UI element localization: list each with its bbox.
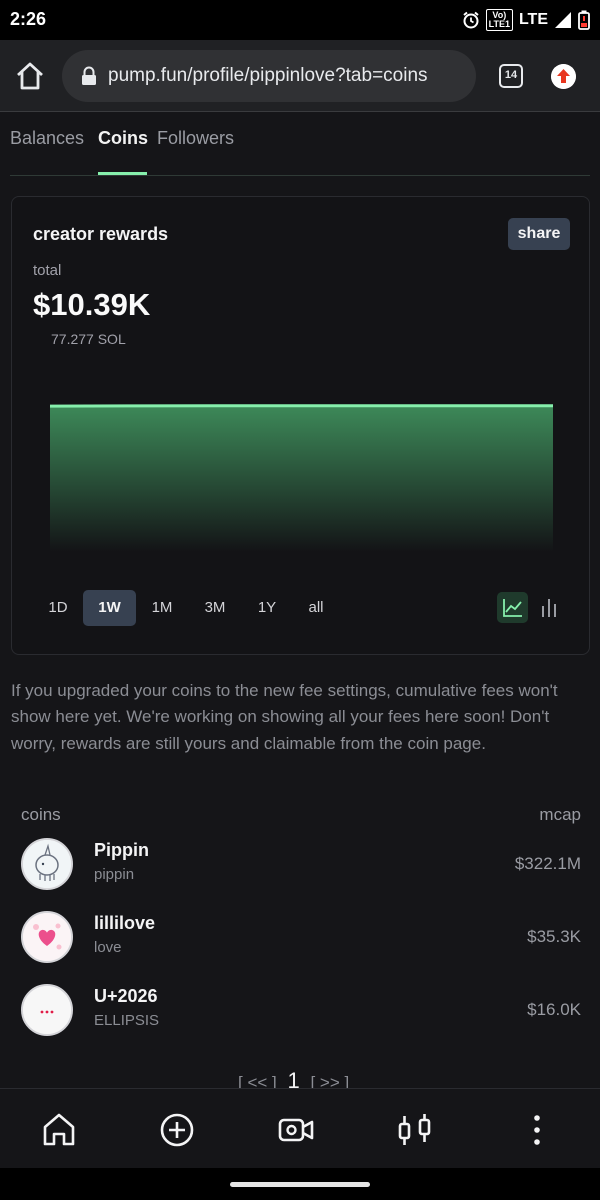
status-icons: Vo) LTE1 LTE	[462, 9, 590, 31]
ellipsis-icon	[23, 986, 71, 1034]
creator-rewards-card: creator rewards share total $10.39K 77.2…	[11, 196, 590, 655]
range-all-button[interactable]: all	[297, 590, 335, 626]
coin-ticker: ELLIPSIS	[94, 1012, 160, 1029]
share-button[interactable]: share	[508, 218, 570, 250]
clock: 2:26	[10, 9, 47, 29]
heart-icon	[23, 913, 71, 961]
lock-icon	[82, 66, 96, 85]
coin-mcap: $35.3K	[527, 927, 581, 946]
battery-icon	[578, 10, 590, 30]
active-tab-indicator	[98, 172, 147, 175]
range-3m-button[interactable]: 3M	[194, 590, 236, 626]
alarm-icon	[462, 11, 479, 29]
coin-mcap: $16.0K	[527, 1000, 581, 1019]
range-1m-button[interactable]: 1M	[142, 590, 182, 626]
browser-toolbar: pump.fun/profile/pippinlove?tab=coins 14	[0, 40, 600, 112]
create-coin-icon[interactable]	[158, 1111, 196, 1149]
coin-name: lillilove	[94, 913, 156, 933]
update-icon[interactable]	[551, 64, 576, 89]
coin-row-u2026[interactable]: U+2026 ELLIPSIS $16.0K	[21, 984, 581, 1042]
browser-home-icon[interactable]	[14, 60, 46, 92]
coin-avatar[interactable]	[21, 911, 73, 963]
coin-mcap: $322.1M	[514, 854, 581, 873]
tab-followers[interactable]: Followers	[157, 128, 234, 149]
coins-column-label: coins	[21, 805, 61, 824]
tab-coins[interactable]: Coins	[98, 128, 148, 149]
volte-icon: Vo) LTE1	[485, 9, 513, 31]
signal-icon	[555, 12, 571, 28]
total-value: $10.39K	[33, 287, 151, 322]
trade-chart-icon[interactable]	[396, 1111, 434, 1149]
gesture-bar	[0, 1168, 600, 1200]
coin-name: U+2026	[94, 986, 158, 1006]
range-1y-button[interactable]: 1Y	[247, 590, 287, 626]
url-text: pump.fun/profile/pippinlove?tab=coins	[108, 65, 428, 86]
tab-switcher-button[interactable]: 14	[499, 64, 523, 88]
rewards-area-chart	[50, 404, 553, 552]
status-bar: 2:26 Vo) LTE1 LTE	[0, 0, 600, 40]
home-icon[interactable]	[40, 1111, 78, 1149]
coin-row-lillilove[interactable]: lillilove love $35.3K	[21, 911, 581, 969]
range-1w-button[interactable]: 1W	[83, 590, 136, 626]
home-gesture-handle[interactable]	[230, 1182, 370, 1187]
coin-ticker: pippin	[94, 866, 135, 883]
bottom-nav	[0, 1088, 600, 1168]
more-icon[interactable]	[518, 1111, 556, 1149]
mcap-column-label: mcap	[539, 805, 581, 824]
fees-notice: If you upgraded your coins to the new fe…	[11, 681, 558, 753]
profile-tabs: Balances Coins Followers	[10, 112, 590, 176]
line-chart-icon[interactable]	[497, 592, 528, 623]
address-bar[interactable]: pump.fun/profile/pippinlove?tab=coins	[62, 50, 476, 102]
network-label: LTE	[518, 11, 548, 28]
sol-value: 77.277 SOL	[51, 331, 126, 347]
coin-avatar[interactable]	[21, 984, 73, 1036]
livestream-icon[interactable]	[277, 1111, 315, 1149]
coin-ticker: love	[94, 939, 122, 956]
bar-chart-icon[interactable]	[539, 594, 559, 621]
coin-name: Pippin	[94, 840, 149, 860]
coin-row-pippin[interactable]: Pippin pippin $322.1M	[21, 838, 581, 896]
coins-list-header: coins mcap	[21, 805, 581, 825]
coin-avatar[interactable]	[21, 838, 73, 890]
range-1d-button[interactable]: 1D	[37, 590, 79, 626]
pippin-unicorn-icon	[23, 840, 71, 888]
tab-balances[interactable]: Balances	[10, 128, 84, 149]
card-title: creator rewards	[33, 224, 169, 244]
total-label: total	[33, 262, 62, 279]
chart-area-fill	[50, 405, 553, 552]
